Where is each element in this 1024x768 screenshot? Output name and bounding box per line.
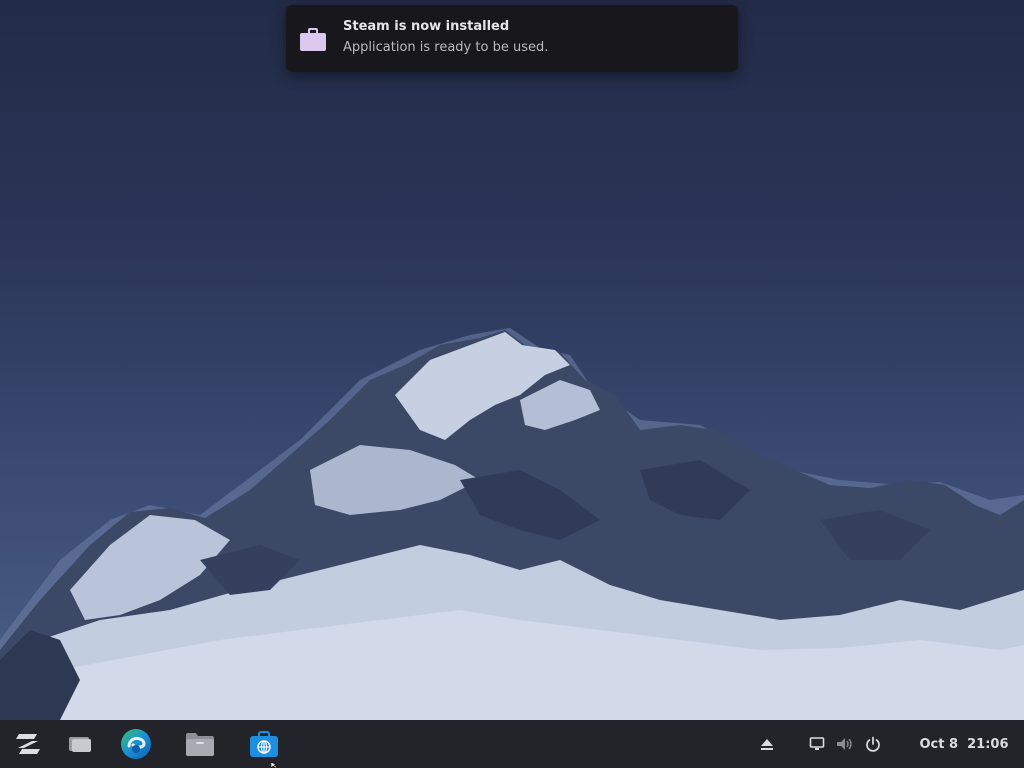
- notification-body: Application is ready to be used.: [343, 40, 549, 55]
- software-store-button[interactable]: [242, 720, 286, 768]
- workspaces-button[interactable]: [62, 720, 98, 768]
- volume-icon: [837, 738, 852, 750]
- clock-date: Oct 8: [919, 736, 959, 752]
- clock-time: 21:06: [967, 736, 1009, 752]
- notification-title: Steam is now installed: [343, 19, 510, 34]
- software-store-icon: [250, 731, 278, 757]
- mouse-cursor-icon: [271, 762, 278, 768]
- install-notification[interactable]: Steam is now installed Application is re…: [286, 5, 738, 72]
- clock-button[interactable]: Oct 8 21:06: [912, 720, 1016, 768]
- zorin-menu-button[interactable]: [8, 720, 48, 768]
- taskbar: Oct 8 21:06: [0, 720, 1024, 768]
- files-folder-icon: [186, 733, 214, 756]
- eject-button[interactable]: [755, 720, 779, 768]
- eject-icon: [761, 739, 773, 750]
- briefcase-icon: [300, 28, 326, 51]
- volume-button[interactable]: [833, 720, 857, 768]
- power-button[interactable]: [861, 720, 885, 768]
- power-icon: [866, 736, 880, 752]
- desktop-wallpaper: [0, 0, 1024, 720]
- edge-browser-icon: [121, 729, 151, 759]
- mountain-wallpaper-image: [0, 328, 1024, 720]
- display-button[interactable]: [805, 720, 829, 768]
- zorin-logo-icon: [16, 734, 40, 754]
- display-icon: [809, 737, 825, 750]
- edge-browser-button[interactable]: [114, 720, 158, 768]
- files-button[interactable]: [178, 720, 222, 768]
- workspaces-icon: [69, 737, 91, 752]
